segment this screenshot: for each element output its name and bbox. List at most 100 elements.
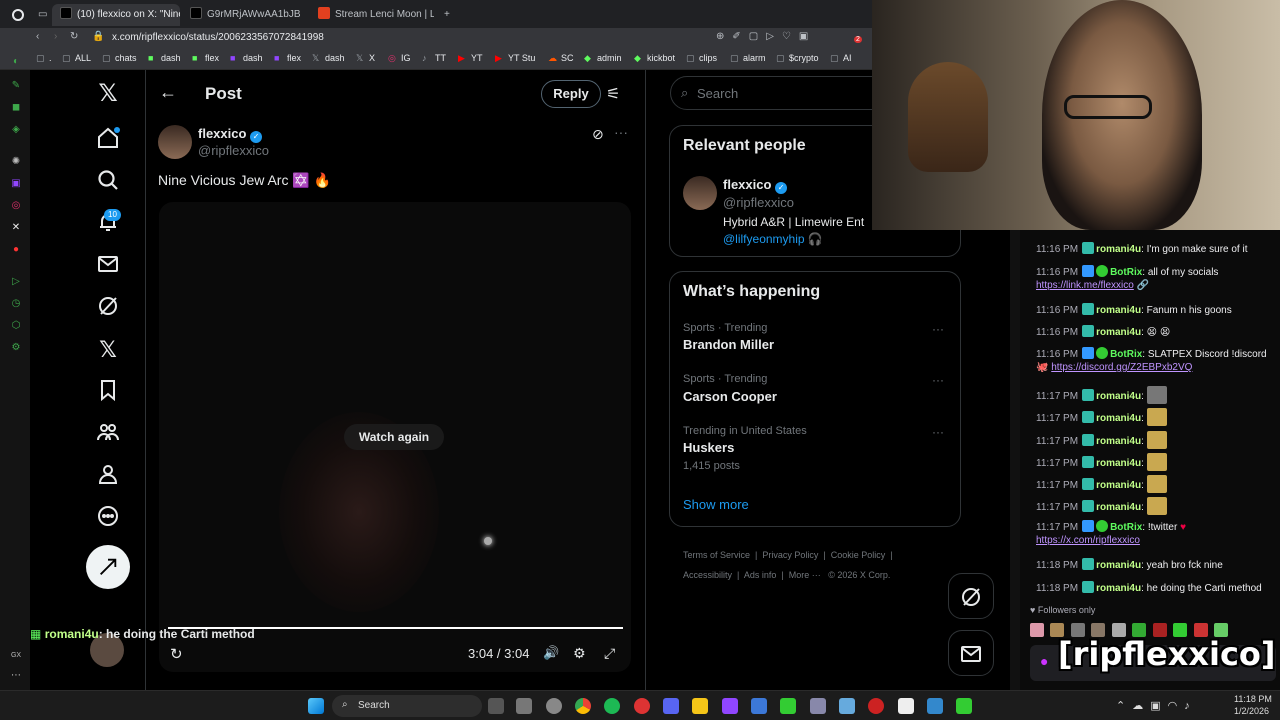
- trend-name[interactable]: Huskers: [683, 440, 734, 455]
- back-arrow-icon[interactable]: ←: [156, 82, 180, 106]
- settings-icon[interactable]: ⚙: [10, 342, 22, 354]
- explore-icon[interactable]: [94, 168, 122, 196]
- bookmark-tt[interactable]: ♪ TT: [422, 53, 446, 63]
- bookmark-x[interactable]: 𝕏X: [356, 53, 375, 64]
- taskbar-app-icon[interactable]: [898, 698, 914, 714]
- extension-icons[interactable]: ⊕✐▢▷♡▣: [716, 31, 816, 42]
- history-icon[interactable]: ◷: [10, 298, 22, 310]
- opera-sidebar-icon[interactable]: ◼: [10, 102, 22, 114]
- tab-stream[interactable]: Stream Lenci Moon | Liste: [310, 4, 434, 26]
- bookmark-all[interactable]: ▢ ALL: [62, 53, 91, 64]
- bookmark-kickbot[interactable]: ◆ kickbot: [634, 53, 675, 64]
- opera-sidebar-icon[interactable]: ◐: [10, 56, 22, 68]
- footer-link[interactable]: Terms of Service: [683, 550, 750, 560]
- reload-icon[interactable]: ↻: [70, 31, 78, 42]
- url-input[interactable]: x.com/ripflexxico/status/200623356707284…: [112, 32, 324, 43]
- bookmark-dash[interactable]: 𝕏dash: [312, 53, 345, 64]
- start-icon[interactable]: [308, 698, 324, 714]
- twitch-icon[interactable]: ▣: [10, 178, 22, 190]
- bookmark-yt[interactable]: ▶ YT: [458, 53, 483, 64]
- bookmark-ig[interactable]: ◎ IG: [388, 53, 411, 64]
- relevant-link[interactable]: @lilfyeonmyhip 🎧: [723, 232, 823, 246]
- extensions-icon[interactable]: ⬡: [10, 320, 22, 332]
- communities-icon[interactable]: [94, 420, 122, 448]
- compose-post-button[interactable]: [86, 545, 130, 589]
- author-handle[interactable]: @ripflexxico: [198, 143, 269, 158]
- bookmark-crypto[interactable]: ▢ $crypto: [776, 53, 819, 64]
- x-icon[interactable]: ✕: [10, 222, 22, 234]
- new-tab-button[interactable]: +: [436, 4, 456, 26]
- footer-link[interactable]: More ···: [789, 570, 821, 580]
- taskbar-app-icon[interactable]: [546, 698, 562, 714]
- search-input[interactable]: ⌕ Search: [670, 76, 890, 110]
- more-icon[interactable]: [94, 504, 122, 532]
- taskbar-app-icon[interactable]: [868, 698, 884, 714]
- chatgpt-icon[interactable]: ✺: [10, 156, 22, 168]
- task-view-icon[interactable]: [488, 698, 504, 714]
- bookmark-flex[interactable]: ■ flex: [192, 53, 219, 63]
- bookmarks-icon[interactable]: [94, 378, 122, 406]
- messages-icon[interactable]: [94, 252, 122, 280]
- trend-more-icon[interactable]: ···: [932, 425, 944, 439]
- reply-button[interactable]: Reply: [541, 80, 601, 108]
- instagram-icon[interactable]: ◎: [10, 200, 22, 212]
- volume-icon[interactable]: 🔊: [543, 645, 559, 661]
- spotify-icon[interactable]: [604, 698, 620, 714]
- trend-name[interactable]: Carson Cooper: [683, 389, 777, 404]
- bookmark-alarm[interactable]: ▢ alarm: [730, 53, 766, 64]
- system-tray-icons[interactable]: ⌃☁▣◠♪: [1116, 699, 1197, 712]
- relevant-handle[interactable]: @ripflexxico: [723, 195, 794, 210]
- author-avatar[interactable]: [158, 125, 192, 159]
- author-name[interactable]: flexxico ✓: [198, 126, 263, 143]
- tab-active[interactable]: (10) flexxico on X: "Nine V: [52, 4, 180, 26]
- taskbar-app-icon[interactable]: [839, 698, 855, 714]
- taskbar-app-icon[interactable]: [927, 698, 943, 714]
- taskbar-app-icon[interactable]: [751, 698, 767, 714]
- chrome-icon[interactable]: [575, 698, 591, 714]
- show-more-link[interactable]: Show more: [683, 497, 749, 512]
- discord-icon[interactable]: [663, 698, 679, 714]
- footer-link[interactable]: Cookie Policy: [831, 550, 886, 560]
- video-settings-icon[interactable]: ⚙: [573, 645, 586, 662]
- taskbar-app-icon[interactable]: [780, 698, 796, 714]
- more-icon[interactable]: ⋯: [10, 670, 22, 682]
- bookmark-chats[interactable]: ▢ chats: [102, 53, 137, 64]
- relevant-name[interactable]: flexxico ✓: [723, 177, 788, 194]
- back-icon[interactable]: ‹: [36, 31, 39, 42]
- taskbar-app-icon[interactable]: [516, 698, 532, 714]
- bookmark-folder-icon[interactable]: ▢.: [36, 53, 52, 64]
- tab-image[interactable]: G9rMRjAWwAA1bJB (945: [182, 4, 304, 26]
- opera-logo-icon[interactable]: [4, 4, 28, 26]
- bookmark-dash[interactable]: ■ dash: [230, 53, 263, 63]
- fullscreen-icon[interactable]: ⤢: [604, 645, 615, 662]
- player-icon[interactable]: ▷: [10, 276, 22, 288]
- taskbar-app-icon[interactable]: [722, 698, 738, 714]
- emote-picker-icon[interactable]: ●: [1040, 653, 1048, 669]
- bookmark-sc[interactable]: ☁ SC: [548, 53, 574, 64]
- grok-icon[interactable]: ⊘: [592, 126, 604, 143]
- opera-gx-icon[interactable]: [634, 698, 650, 714]
- bookmark-ai[interactable]: ▢ AI: [830, 53, 852, 64]
- bookmark-admin[interactable]: ◆ admin: [584, 53, 622, 64]
- footer-link[interactable]: Accessibility: [683, 570, 732, 580]
- bookmark-clips[interactable]: ▢ clips: [686, 53, 717, 64]
- tab-overview-icon[interactable]: ▭: [30, 4, 50, 26]
- bookmark-dash[interactable]: ■ dash: [148, 53, 181, 63]
- bookmark-flex[interactable]: ■ flex: [274, 53, 301, 63]
- replay-icon[interactable]: ↻: [170, 645, 183, 663]
- messages-float-button[interactable]: [948, 630, 994, 676]
- bookmark-yt-studio[interactable]: ▶ YT Stu: [495, 53, 535, 64]
- post-more-icon[interactable]: ···: [614, 124, 628, 140]
- taskbar-app-icon[interactable]: [810, 698, 826, 714]
- taskbar-search[interactable]: ⌕ Search: [332, 695, 482, 717]
- forward-icon[interactable]: ›: [54, 31, 57, 42]
- profile-icon[interactable]: [94, 462, 122, 490]
- filter-icon[interactable]: ⚟: [606, 84, 620, 104]
- gx-icon[interactable]: GX: [10, 650, 22, 662]
- chat-scrollbar[interactable]: [1010, 230, 1020, 690]
- premium-icon[interactable]: 𝕏: [94, 336, 122, 364]
- grok-icon[interactable]: [94, 294, 122, 322]
- taskbar-app-icon[interactable]: [956, 698, 972, 714]
- opera-sidebar-icon[interactable]: ◈: [10, 124, 22, 136]
- trend-more-icon[interactable]: ···: [932, 373, 944, 387]
